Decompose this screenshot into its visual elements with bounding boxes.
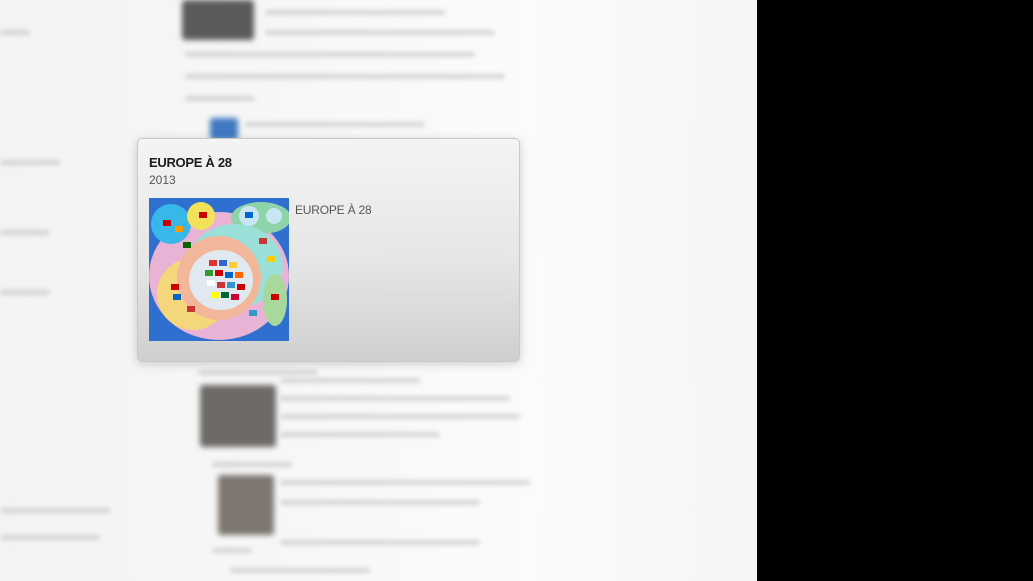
background-thumbnail (200, 385, 276, 447)
background-thumbnail (210, 118, 238, 140)
background-thumbnail (218, 475, 274, 535)
black-side-panel (757, 0, 1033, 581)
card-year: 2013 (149, 173, 176, 187)
card-title: EUROPE À 28 (149, 155, 232, 170)
venn-diagram-graphic (149, 198, 289, 341)
card-caption: EUROPE À 28 (295, 203, 372, 217)
europe-diagram-image[interactable] (149, 198, 289, 341)
info-popup-card[interactable]: EUROPE À 28 2013 EUROPE À 28 (137, 138, 520, 362)
background-thumbnail (182, 0, 254, 40)
